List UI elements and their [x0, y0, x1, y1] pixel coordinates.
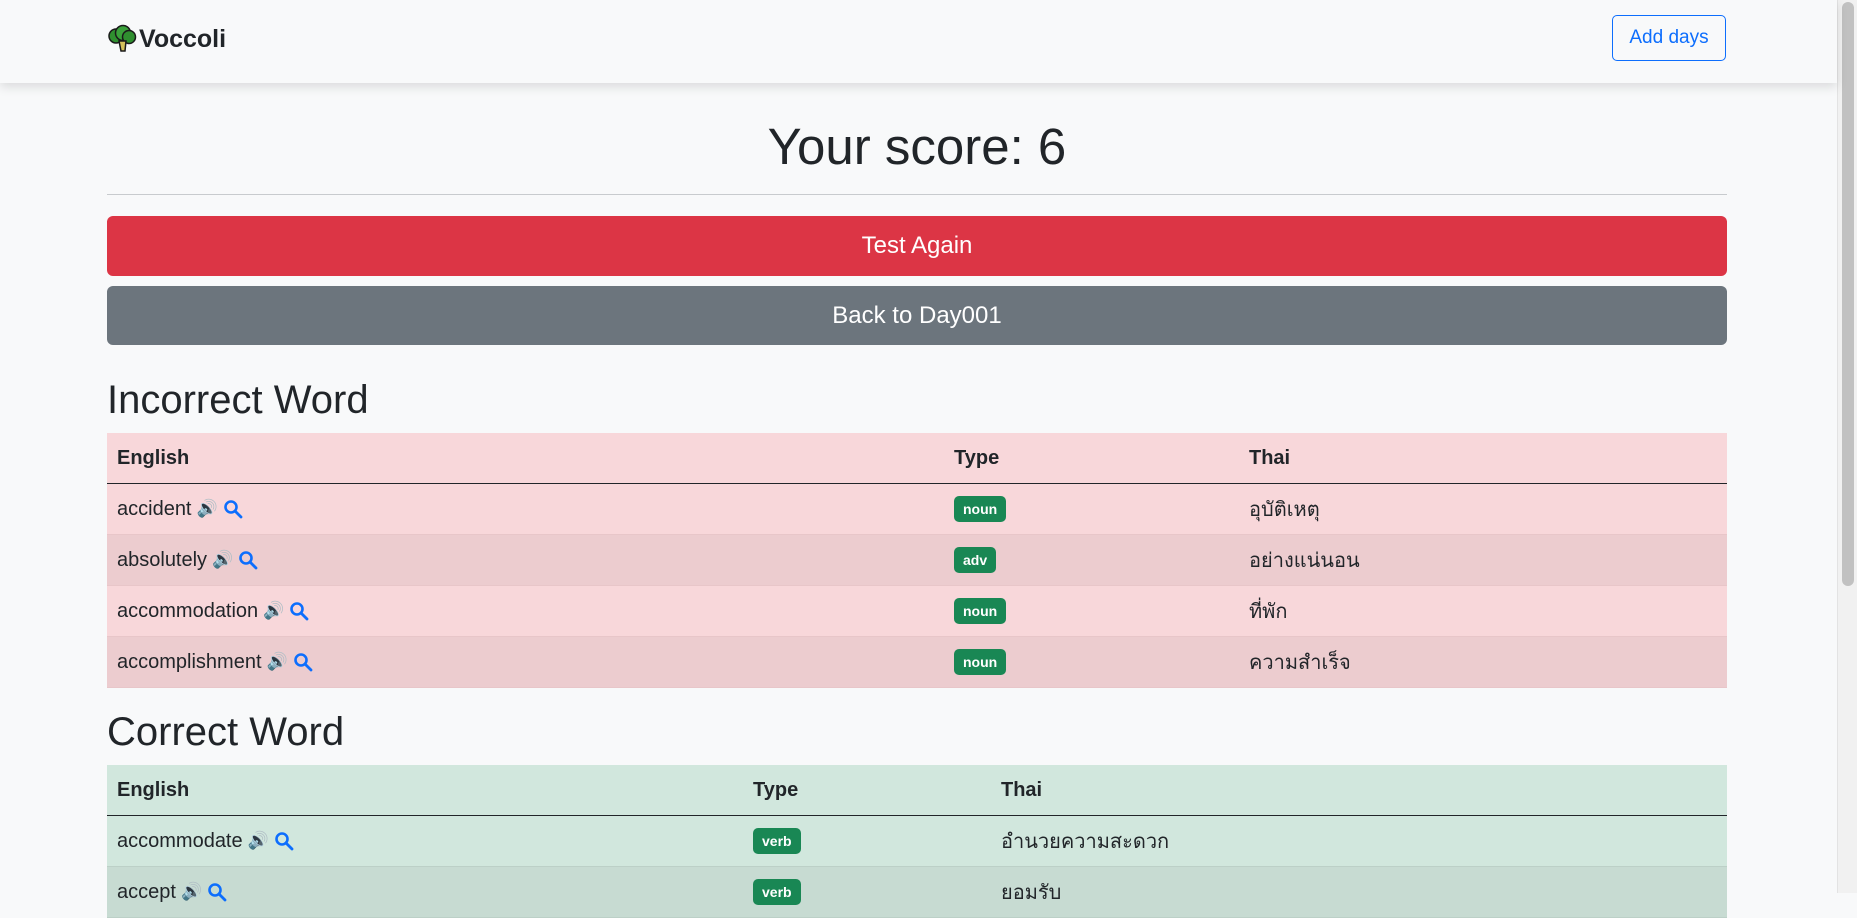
thai-cell: ความสำเร็จ	[1239, 636, 1727, 688]
type-cell: verb	[743, 815, 991, 867]
add-days-button[interactable]: Add days	[1612, 15, 1726, 61]
speaker-icon[interactable]: 🔊	[267, 652, 288, 672]
column-header-thai: Thai	[1239, 433, 1727, 484]
english-word: accomplishment	[117, 650, 262, 673]
brand[interactable]: Voccoli	[107, 24, 226, 54]
type-badge: noun	[954, 649, 1007, 675]
english-word: accident	[117, 497, 192, 520]
thai-cell: ที่พัก	[1239, 585, 1727, 637]
divider	[107, 194, 1727, 195]
page-scrollbar[interactable]	[1837, 0, 1857, 893]
score-heading: Your score: 6	[767, 118, 1067, 175]
type-badge: noun	[954, 496, 1007, 522]
scrollbar-thumb[interactable]	[1842, 2, 1854, 586]
table-row: accomplishment 🔊 noun ความสำเร็จ	[107, 636, 1727, 688]
english-cell: accommodation 🔊	[107, 585, 944, 637]
column-header-type: Type	[743, 765, 991, 816]
search-icon[interactable]	[207, 882, 227, 902]
brand-name: Voccoli	[139, 24, 227, 53]
type-cell: noun	[944, 483, 1239, 535]
back-to-day-button[interactable]: Back to Day001	[107, 286, 1727, 345]
search-icon[interactable]	[289, 601, 309, 621]
search-icon[interactable]	[293, 652, 313, 672]
type-badge: verb	[753, 879, 801, 905]
column-header-type: Type	[944, 433, 1239, 484]
correct-word-title: Correct Word	[107, 710, 345, 754]
correct-word-table: English Type Thai accommodate 🔊 verb อำน…	[107, 765, 1727, 918]
type-cell: verb	[743, 866, 991, 918]
speaker-icon[interactable]: 🔊	[197, 499, 218, 519]
type-badge: adv	[954, 547, 997, 573]
english-cell: accomplishment 🔊	[107, 636, 944, 688]
navbar: Voccoli Add days	[0, 0, 1837, 83]
incorrect-word-table: English Type Thai accident 🔊 noun อุบัติ…	[107, 433, 1727, 688]
table-row: accommodate 🔊 verb อำนวยความสะดวก	[107, 815, 1727, 867]
english-word: absolutely	[117, 548, 208, 571]
table-row: accident 🔊 noun อุบัติเหตุ	[107, 483, 1727, 535]
table-row: accept 🔊 verb ยอมรับ	[107, 866, 1727, 918]
thai-cell: ยอมรับ	[991, 866, 1727, 918]
column-header-thai: Thai	[991, 765, 1727, 816]
type-badge: verb	[753, 828, 801, 854]
english-word: accommodate	[117, 829, 243, 852]
column-header-english: English	[107, 433, 944, 484]
thai-cell: อย่างแน่นอน	[1239, 534, 1727, 586]
english-cell: accident 🔊	[107, 483, 944, 535]
table-row: absolutely 🔊 adv อย่างแน่นอน	[107, 534, 1727, 586]
english-word: accommodation	[117, 599, 259, 622]
table-header-row: English Type Thai	[107, 765, 1727, 816]
type-badge: noun	[954, 598, 1007, 624]
english-cell: accommodate 🔊	[107, 815, 743, 867]
search-icon[interactable]	[274, 831, 294, 851]
type-cell: noun	[944, 636, 1239, 688]
speaker-icon[interactable]: 🔊	[181, 882, 202, 902]
speaker-icon[interactable]: 🔊	[212, 550, 233, 570]
table-row: accommodation 🔊 noun ที่พัก	[107, 585, 1727, 637]
type-cell: adv	[944, 534, 1239, 586]
search-icon[interactable]	[223, 499, 243, 519]
column-header-english: English	[107, 765, 743, 816]
test-again-button[interactable]: Test Again	[107, 216, 1727, 276]
speaker-icon[interactable]: 🔊	[263, 601, 284, 621]
type-cell: noun	[944, 585, 1239, 637]
speaker-icon[interactable]: 🔊	[248, 831, 269, 851]
table-header-row: English Type Thai	[107, 433, 1727, 484]
search-icon[interactable]	[238, 550, 258, 570]
english-cell: absolutely 🔊	[107, 534, 944, 586]
english-word: accept	[117, 880, 176, 903]
english-cell: accept 🔊	[107, 866, 743, 918]
broccoli-logo-icon	[108, 24, 137, 52]
thai-cell: อำนวยความสะดวก	[991, 815, 1727, 867]
incorrect-word-title: Incorrect Word	[107, 378, 369, 422]
thai-cell: อุบัติเหตุ	[1239, 483, 1727, 535]
